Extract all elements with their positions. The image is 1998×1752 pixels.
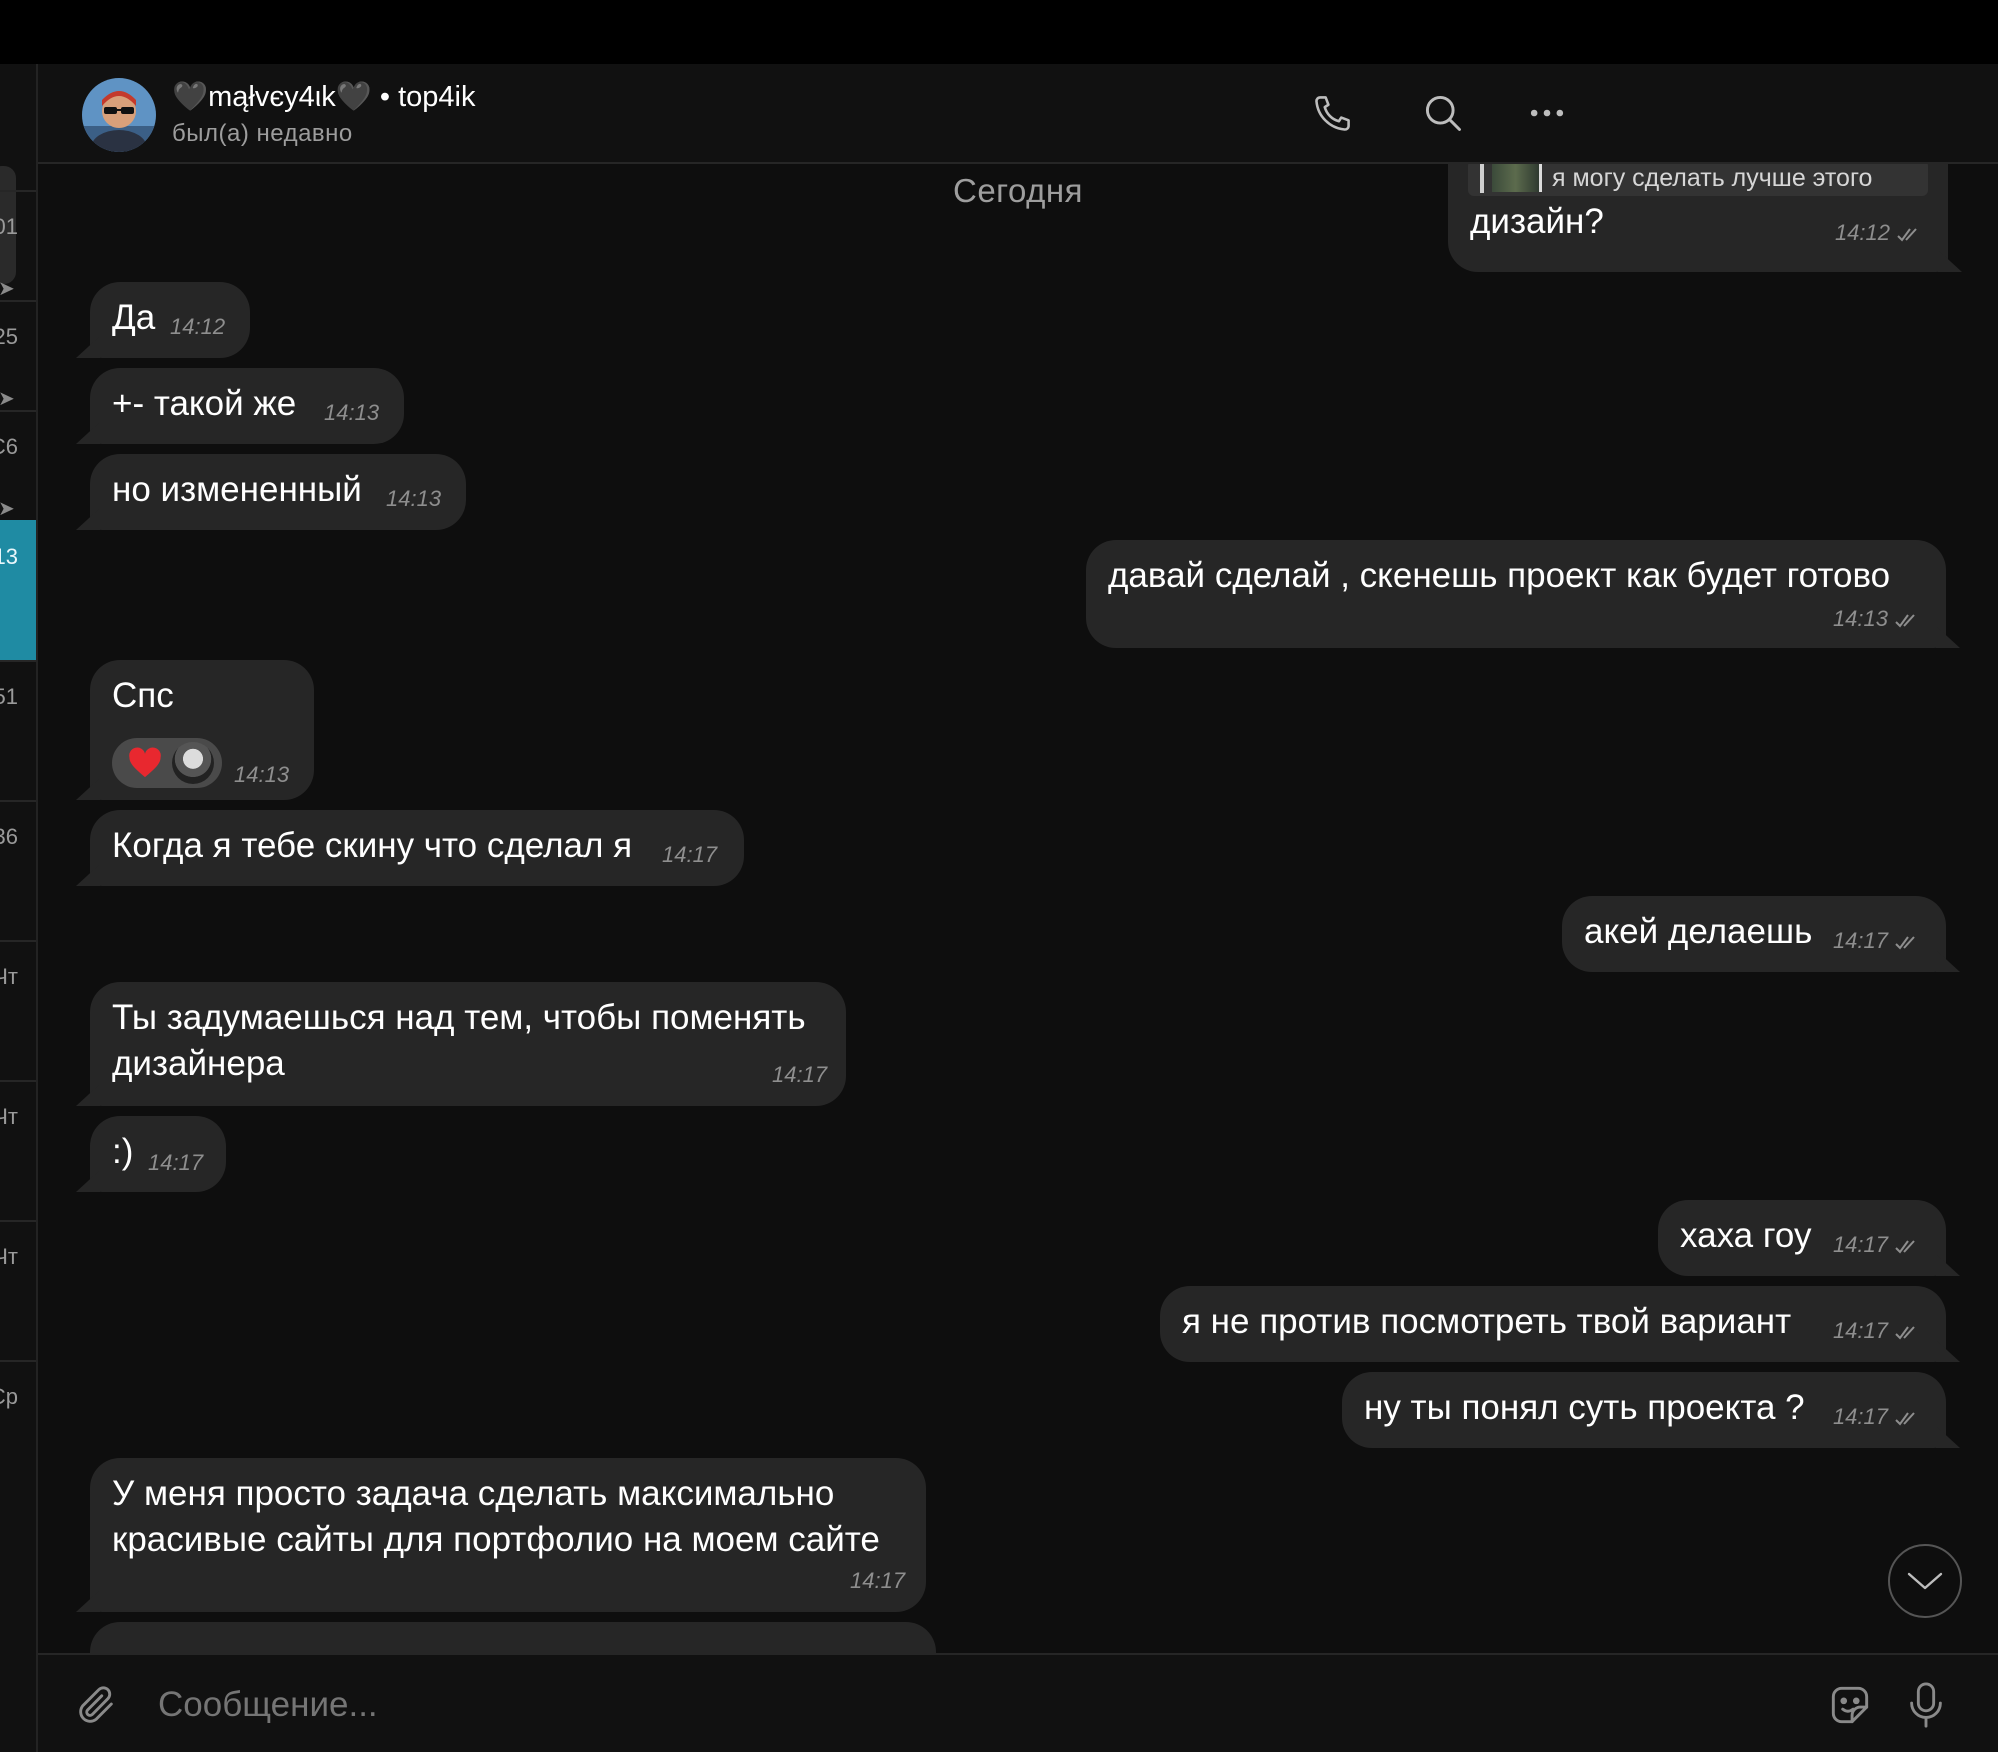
- heart-reaction-icon: [129, 747, 161, 778]
- message-text: но измененный: [112, 470, 362, 509]
- read-ticks-icon: [1895, 614, 1915, 628]
- message-time: 14:17: [1833, 1404, 1922, 1430]
- reaction-user-avatar: [172, 742, 214, 784]
- message-text-line: красивые сайты для портфолио на моем сай…: [112, 1520, 880, 1559]
- message-time: 14:17: [1833, 1318, 1922, 1344]
- message-text: давай сделай , скенешь проект как будет …: [1108, 556, 1891, 595]
- message-text: Когда я тебе скину что сделал я: [112, 826, 633, 865]
- top-black-bar: [0, 0, 1998, 64]
- message-bubble-incoming[interactable]: но измененный 14:13: [90, 454, 466, 530]
- message-time: 14:13: [324, 400, 380, 425]
- read-ticks-icon: [1895, 1240, 1915, 1254]
- message-time: 14:17: [1833, 1232, 1922, 1258]
- chat-list-time: 13: [0, 544, 18, 569]
- microphone-icon[interactable]: [1898, 1677, 1954, 1733]
- message-text-line: дизайнера: [112, 1044, 285, 1083]
- message-bubble-incoming[interactable]: Спс 14:13: [90, 660, 314, 800]
- chat-list-item[interactable]: Чт: [0, 940, 36, 1080]
- read-ticks-icon: [1895, 1412, 1915, 1426]
- chat-list-item[interactable]: 51: [0, 660, 36, 800]
- search-icon[interactable]: [1418, 88, 1468, 138]
- contact-name[interactable]: 🖤mąłvєy4ιk🖤 • top4ik: [172, 80, 475, 114]
- chat-list-sidebar[interactable]: 01 ➤ 25 ➤ C6 ➤ 13 51 36 Чт Чт Чт Ср: [0, 64, 38, 1752]
- message-bubble-incoming[interactable]: Ты задумаешься над тем, чтобы поменять д…: [90, 982, 846, 1106]
- message-bubble-outgoing[interactable]: давай сделай , скенешь проект как будет …: [1086, 540, 1946, 648]
- message-text: +- такой же: [112, 384, 297, 423]
- message-time: 14:17: [662, 842, 718, 867]
- more-icon[interactable]: [1522, 88, 1572, 138]
- chevron-down-icon: [1907, 1572, 1943, 1590]
- message-bubble-outgoing[interactable]: акей делаешь 14:17: [1562, 896, 1946, 972]
- reply-thumbnail: [1492, 164, 1542, 192]
- reply-quote-text: я могу сделать лучше этого: [1552, 164, 1873, 192]
- message-text: дизайн?: [1470, 202, 1604, 241]
- message-text: Да: [112, 298, 156, 337]
- message-bubble-outgoing[interactable]: ну ты понял суть проекта ? 14:17: [1342, 1372, 1946, 1448]
- message-time: 14:17: [772, 1062, 828, 1087]
- chat-list-time: Чт: [0, 1104, 18, 1129]
- chat-list-item[interactable]: Чт: [0, 1220, 36, 1360]
- message-time: 14:12: [1835, 220, 1924, 246]
- message-time: 14:12: [170, 314, 226, 339]
- chat-list-time: 51: [0, 684, 18, 709]
- message-text: ну ты понял суть проекта ?: [1364, 1388, 1805, 1427]
- message-text: хаха гоу: [1680, 1216, 1812, 1255]
- chat-list-time: C6: [0, 434, 18, 459]
- message-bubble-outgoing[interactable]: я не против посмотреть твой вариант 14:1…: [1160, 1286, 1946, 1362]
- message-composer: [38, 1653, 1998, 1752]
- avatar[interactable]: [82, 78, 156, 152]
- chat-list-time: Ср: [0, 1384, 18, 1409]
- message-time: 14:13: [1833, 606, 1922, 632]
- message-text: Спс: [112, 676, 174, 715]
- chat-list-time: Чт: [0, 964, 18, 989]
- message-bubble-incoming[interactable]: У меня просто задача сделать максимально…: [90, 1458, 926, 1612]
- message-bubble-incoming-partial[interactable]: [90, 1622, 936, 1653]
- message-text: :): [112, 1132, 134, 1171]
- chat-list-item[interactable]: Чт: [0, 1080, 36, 1220]
- chat-list-time: 01: [0, 214, 18, 239]
- message-text: акей делаешь: [1584, 912, 1813, 951]
- message-time: 14:13: [386, 486, 442, 511]
- message-bubble-incoming[interactable]: +- такой же 14:13: [90, 368, 404, 444]
- chat-list-time: 25: [0, 324, 18, 349]
- message-list[interactable]: Сегодня я могу сделать лучше этого дизай…: [38, 164, 1998, 1653]
- message-time: 14:17: [850, 1568, 906, 1593]
- message-bubble-outgoing[interactable]: хаха гоу 14:17: [1658, 1200, 1946, 1276]
- chat-list-time: Чт: [0, 1244, 18, 1269]
- pin-icon: ➤: [0, 386, 15, 411]
- pin-icon: ➤: [0, 496, 15, 521]
- message-bubble-incoming[interactable]: Да 14:12: [90, 282, 250, 358]
- message-time: 14:17: [148, 1150, 204, 1175]
- chat-list-item-active[interactable]: 13: [0, 520, 36, 660]
- message-input[interactable]: [158, 1685, 1458, 1725]
- read-ticks-icon: [1897, 228, 1917, 242]
- message-text-line: У меня просто задача сделать максимально: [112, 1474, 835, 1513]
- scroll-to-bottom-button[interactable]: [1888, 1544, 1962, 1618]
- message-reactions[interactable]: [112, 738, 222, 788]
- chat-header: 🖤mąłvєy4ιk🖤 • top4ik был(а) недавно: [38, 64, 1998, 164]
- message-bubble-outgoing[interactable]: я могу сделать лучше этого дизайн? 14:12: [1448, 164, 1948, 272]
- chat-list-item[interactable]: Ср: [0, 1360, 36, 1500]
- read-ticks-icon: [1895, 1326, 1915, 1340]
- message-bubble-incoming[interactable]: :) 14:17: [90, 1116, 226, 1192]
- message-time: 14:13: [234, 762, 290, 787]
- phone-icon[interactable]: [1308, 88, 1358, 138]
- message-text-line: Ты задумаешься над тем, чтобы поменять: [112, 998, 806, 1037]
- reply-quote[interactable]: я могу сделать лучше этого: [1468, 164, 1928, 196]
- message-time: 14:17: [1833, 928, 1922, 954]
- pin-icon: ➤: [0, 276, 15, 301]
- message-text: я не против посмотреть твой вариант: [1182, 1302, 1792, 1341]
- chat-list-time: 36: [0, 824, 18, 849]
- read-ticks-icon: [1895, 936, 1915, 950]
- chat-list-item[interactable]: 36: [0, 800, 36, 940]
- sticker-icon[interactable]: [1822, 1677, 1878, 1733]
- contact-status: был(а) недавно: [172, 120, 353, 147]
- message-bubble-incoming[interactable]: Когда я тебе скину что сделал я 14:17: [90, 810, 744, 886]
- attach-icon[interactable]: [68, 1677, 124, 1733]
